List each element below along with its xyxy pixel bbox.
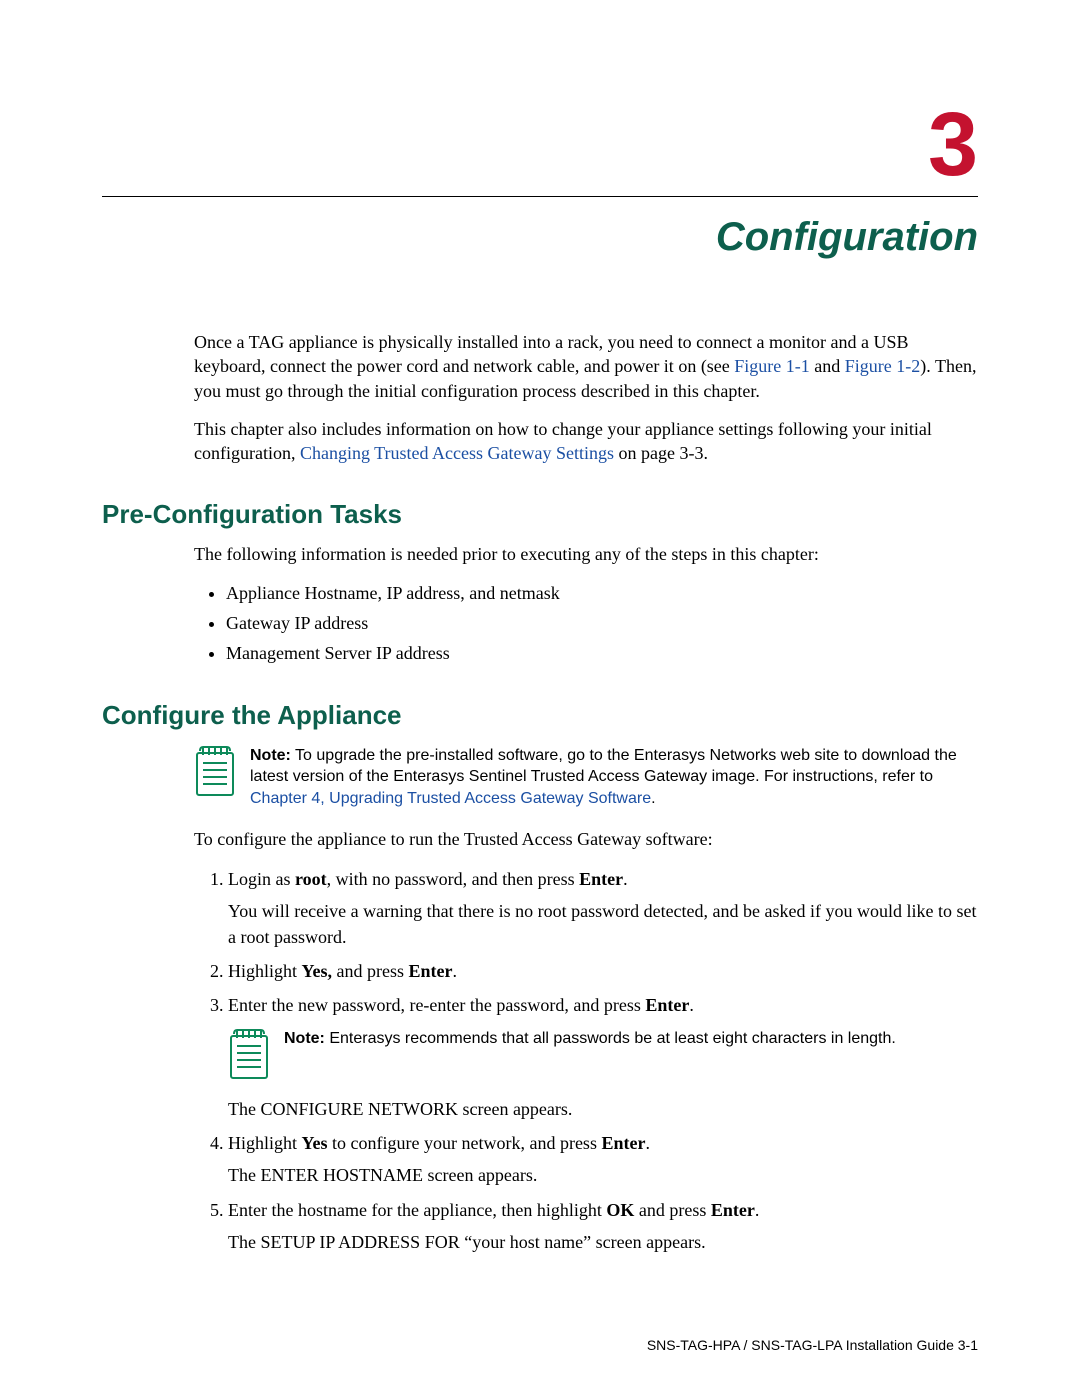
bold: Yes, — [302, 961, 333, 981]
link-figure-1-2[interactable]: Figure 1-2 — [845, 356, 921, 376]
bold: Enter — [711, 1200, 755, 1220]
text: Highlight — [228, 1133, 302, 1153]
link-figure-1-1[interactable]: Figure 1-1 — [734, 356, 810, 376]
note-text: Note: Enterasys recommends that all pass… — [284, 1028, 896, 1050]
notepad-icon — [194, 745, 236, 797]
link-chapter-4[interactable]: Chapter 4, Upgrading Trusted Access Gate… — [250, 790, 651, 807]
step-5: Enter the hostname for the appliance, th… — [228, 1197, 978, 1255]
step-followup: The ENTER HOSTNAME screen appears. — [228, 1162, 978, 1188]
text: and press — [332, 961, 408, 981]
text: Login as — [228, 869, 295, 889]
bold: Enter — [645, 995, 689, 1015]
step-2: Highlight Yes, and press Enter. — [228, 958, 978, 984]
text: and — [810, 356, 845, 376]
horizontal-rule — [102, 196, 978, 197]
preconfig-block: The following information is needed prio… — [194, 542, 978, 665]
text: . — [453, 961, 458, 981]
notepad-icon — [228, 1028, 270, 1080]
text: , with no password, and then press — [327, 869, 579, 889]
configure-steps: Login as root, with no password, and the… — [194, 866, 978, 1255]
heading-configure: Configure the Appliance — [102, 700, 978, 731]
note-label: Note: — [284, 1030, 325, 1047]
bold: Enter — [409, 961, 453, 981]
text: . — [645, 1133, 650, 1153]
list-item: Appliance Hostname, IP address, and netm… — [226, 581, 978, 605]
intro-block: Once a TAG appliance is physically insta… — [194, 330, 978, 465]
text: Highlight — [228, 961, 302, 981]
text: Enter the new password, re-enter the pas… — [228, 995, 645, 1015]
preconfig-list: Appliance Hostname, IP address, and netm… — [194, 581, 978, 666]
text: Enterasys recommends that all passwords … — [325, 1030, 896, 1047]
text: Enter the hostname for the appliance, th… — [228, 1200, 606, 1220]
text: . — [689, 995, 694, 1015]
chapter-number: 3 — [102, 100, 978, 190]
bold: Yes — [302, 1133, 328, 1153]
text: To upgrade the pre-installed software, g… — [250, 747, 957, 786]
note-upgrade: Note: To upgrade the pre-installed softw… — [194, 745, 978, 810]
note-text: Note: To upgrade the pre-installed softw… — [250, 745, 978, 810]
bold: Enter — [579, 869, 623, 889]
text: on page 3-3. — [614, 443, 708, 463]
page: 3 Configuration Once a TAG appliance is … — [0, 0, 1080, 1397]
step-followup: You will receive a warning that there is… — [228, 898, 978, 950]
list-item: Gateway IP address — [226, 611, 978, 635]
intro-paragraph-1: Once a TAG appliance is physically insta… — [194, 330, 978, 403]
bold: OK — [606, 1200, 634, 1220]
step-1: Login as root, with no password, and the… — [228, 866, 978, 950]
page-footer: SNS-TAG-HPA / SNS-TAG-LPA Installation G… — [647, 1337, 978, 1353]
heading-preconfig: Pre-Configuration Tasks — [102, 499, 978, 530]
intro-paragraph-2: This chapter also includes information o… — [194, 417, 978, 466]
text: . — [755, 1200, 760, 1220]
step-4: Highlight Yes to configure your network,… — [228, 1130, 978, 1188]
text: . — [651, 790, 655, 807]
text: and press — [634, 1200, 710, 1220]
step-followup: The SETUP IP ADDRESS FOR “your host name… — [228, 1229, 978, 1255]
chapter-title: Configuration — [102, 215, 978, 260]
list-item: Management Server IP address — [226, 641, 978, 665]
step-3: Enter the new password, re-enter the pas… — [228, 992, 978, 1122]
text: . — [623, 869, 628, 889]
note-label: Note: — [250, 747, 291, 764]
bold: Enter — [601, 1133, 645, 1153]
step-followup: The CONFIGURE NETWORK screen appears. — [228, 1096, 978, 1122]
preconfig-lead: The following information is needed prio… — [194, 542, 978, 566]
link-changing-settings[interactable]: Changing Trusted Access Gateway Settings — [300, 443, 614, 463]
bold: root — [295, 869, 327, 889]
configure-lead: To configure the appliance to run the Tr… — [194, 827, 978, 851]
note-password: Note: Enterasys recommends that all pass… — [228, 1028, 978, 1080]
text: to configure your network, and press — [328, 1133, 602, 1153]
configure-block: Note: To upgrade the pre-installed softw… — [194, 745, 978, 1255]
